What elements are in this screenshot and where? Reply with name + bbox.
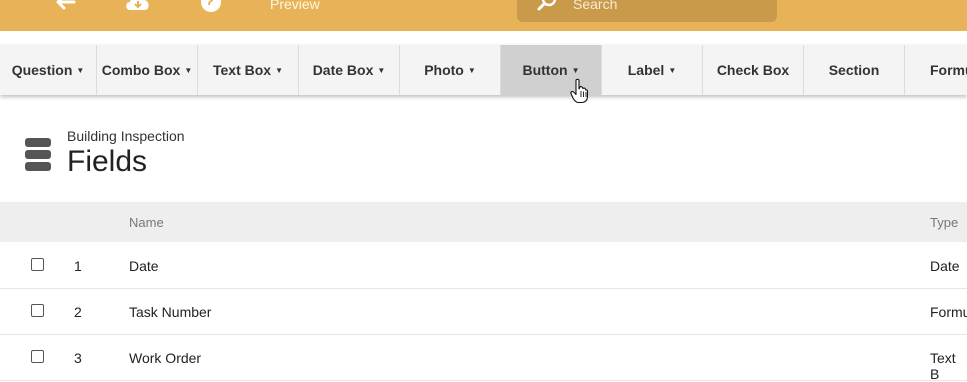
top-bar: Preview: [0, 0, 967, 31]
toolbar-formula-button[interactable]: Formu: [905, 45, 967, 95]
toolbar-item-label: Text Box: [212, 62, 272, 78]
caret-down-icon: ▼: [377, 65, 386, 75]
field-type-toolbar: Question ▼ Combo Box ▼ Text Box ▼ Date Box ▼…: [0, 45, 967, 95]
toolbar-combo-box-button[interactable]: Combo Box ▼: [97, 45, 198, 95]
toolbar-item-label: Button: [522, 62, 568, 78]
toolbar-question-button[interactable]: Question ▼: [0, 45, 97, 95]
row-checkbox[interactable]: [31, 304, 44, 317]
row-checkbox[interactable]: [31, 350, 44, 363]
field-type: Text B: [930, 350, 956, 382]
row-number: 2: [74, 304, 82, 320]
arrow-left-icon[interactable]: [52, 0, 76, 14]
toolbar-item-label: Question: [11, 62, 73, 78]
toolbar-item-label: Date Box: [312, 62, 374, 78]
toolbar-item-label: Label: [627, 62, 665, 78]
caret-down-icon: ▼: [275, 65, 283, 75]
search-icon: [537, 0, 557, 11]
toolbar-item-label: Section: [828, 62, 880, 78]
field-type: Formu: [930, 304, 967, 320]
toolbar-check-box-button[interactable]: Check Box: [703, 45, 804, 95]
caret-down-icon: ▼: [76, 65, 85, 75]
row-checkbox[interactable]: [31, 258, 44, 271]
toolbar-date-box-button[interactable]: Date Box ▼: [299, 45, 400, 95]
row-number: 3: [74, 350, 82, 366]
question-circle-icon[interactable]: [200, 0, 222, 14]
toolbar-item-label: Check Box: [716, 62, 790, 78]
field-type: Date: [930, 258, 960, 274]
toolbar-item-label: Combo Box: [101, 62, 181, 78]
column-header-type[interactable]: Type: [930, 215, 958, 230]
caret-down-icon: ▼: [571, 65, 580, 75]
database-icon: [25, 138, 51, 171]
column-header-name[interactable]: Name: [129, 215, 164, 230]
cloud-download-icon[interactable]: [124, 0, 152, 14]
table-row[interactable]: 1 Date Date: [0, 242, 967, 289]
caret-down-icon: ▼: [184, 65, 193, 75]
toolbar-text-box-button[interactable]: Text Box ▼: [198, 45, 299, 95]
search-input[interactable]: [573, 0, 763, 14]
toolbar-item-label: Formu: [930, 62, 967, 78]
search-box[interactable]: [517, 0, 777, 22]
table-row[interactable]: 3 Work Order Text B: [0, 334, 967, 382]
toolbar-section-button[interactable]: Section: [804, 45, 905, 95]
field-name[interactable]: Task Number: [129, 304, 211, 320]
toolbar-item-label: Photo: [424, 62, 464, 78]
page-subtitle: Building Inspection: [67, 128, 185, 144]
preview-link[interactable]: Preview: [270, 0, 320, 12]
row-number: 1: [74, 258, 82, 274]
toolbar-photo-button[interactable]: Photo ▼: [400, 45, 501, 95]
page-title: Fields: [67, 145, 148, 178]
field-name[interactable]: Date: [129, 258, 159, 274]
caret-down-icon: ▼: [467, 65, 476, 75]
toolbar-label-button[interactable]: Label ▼: [602, 45, 703, 95]
table-header: Name Type: [0, 202, 967, 242]
field-name[interactable]: Work Order: [129, 350, 201, 366]
table-row[interactable]: 2 Task Number Formu: [0, 288, 967, 335]
caret-down-icon: ▼: [668, 65, 677, 75]
hand-pointer-icon: [570, 78, 588, 104]
